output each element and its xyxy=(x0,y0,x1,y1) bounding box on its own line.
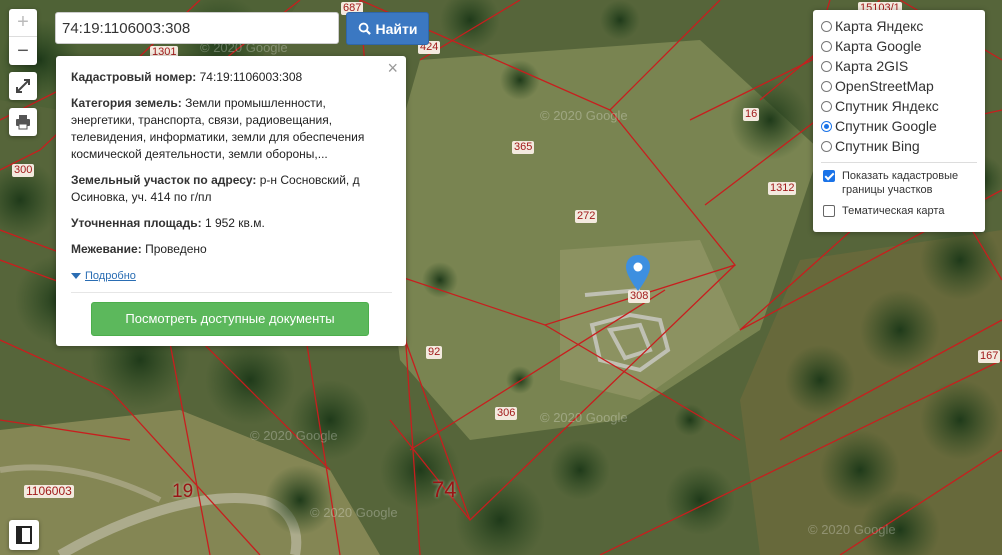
zoom-in-button[interactable]: + xyxy=(9,9,37,37)
map-pin-icon[interactable] xyxy=(626,255,650,291)
layer-option-label: Карта Google xyxy=(835,38,922,54)
radio-button[interactable] xyxy=(821,20,832,32)
map-watermark: © 2020 Google xyxy=(540,108,628,123)
details-link-label: Подробно xyxy=(85,269,136,282)
close-icon[interactable]: × xyxy=(387,59,398,77)
parcel-label[interactable]: 16 xyxy=(743,108,760,121)
layer-option[interactable]: Карта 2GIS xyxy=(821,56,977,76)
land-category-row: Категория земель: Земли промышленности, … xyxy=(71,95,392,163)
layer-option[interactable]: Карта Google xyxy=(821,36,977,56)
cadastral-number-label: Кадастровый номер: xyxy=(71,70,197,84)
cadastral-boundaries-label: Показать кадастровые границы участков xyxy=(842,170,959,196)
parcel-label[interactable]: 306 xyxy=(495,407,518,420)
radio-button[interactable] xyxy=(821,80,832,92)
zoom-control: + − xyxy=(9,9,37,65)
layer-option-label: Спутник Google xyxy=(835,118,937,134)
thematic-map-checkbox[interactable]: Тематическая карта xyxy=(821,204,977,218)
map-watermark: © 2020 Google xyxy=(250,428,338,443)
address-label: Земельный участок по адресу: xyxy=(71,173,257,187)
layer-option[interactable]: Спутник Яндекс xyxy=(821,96,977,116)
parcel-label[interactable]: 300 xyxy=(12,164,35,177)
chevron-down-icon xyxy=(71,273,81,279)
print-icon xyxy=(16,115,30,130)
details-link[interactable]: Подробно xyxy=(71,268,136,285)
land-category-label: Категория земель: xyxy=(71,96,182,110)
cadastral-boundaries-checkbox[interactable]: Показать кадастровые границы участков xyxy=(821,169,977,197)
radio-button[interactable] xyxy=(821,140,832,152)
cadastral-number-row: Кадастровый номер: 74:19:1106003:308 xyxy=(71,69,392,86)
parcel-label[interactable]: 365 xyxy=(512,141,535,154)
divider xyxy=(821,162,977,163)
quarter-label: 1106003 xyxy=(24,484,74,498)
layer-option-label: OpenStreetMap xyxy=(835,78,934,94)
cadastral-number-value: 74:19:1106003:308 xyxy=(199,70,303,84)
layer-option-label: Карта 2GIS xyxy=(835,58,909,74)
parcel-label[interactable]: 167 xyxy=(978,350,1001,363)
checkbox[interactable] xyxy=(823,170,835,182)
map-watermark: © 2020 Google xyxy=(310,505,398,520)
checkbox[interactable] xyxy=(823,205,835,217)
base-layer-options: Карта Яндекс Карта Google Карта 2GIS OpenSt… xyxy=(821,16,977,156)
parcel-info-card: × Кадастровый номер: 74:19:1106003:308 К… xyxy=(56,56,406,346)
view-documents-button[interactable]: Посмотреть доступные документы xyxy=(91,301,369,336)
block-label: 19 xyxy=(172,481,194,502)
layer-option-label: Спутник Bing xyxy=(835,138,920,154)
layer-option[interactable]: OpenStreetMap xyxy=(821,76,977,96)
radio-button[interactable] xyxy=(821,120,832,132)
search-button[interactable]: Найти xyxy=(346,12,429,45)
map-watermark: © 2020 Google xyxy=(540,410,628,425)
print-button[interactable] xyxy=(9,108,37,136)
search-input[interactable] xyxy=(55,12,339,44)
survey-label: Межевание: xyxy=(71,242,142,256)
radio-button[interactable] xyxy=(821,60,832,72)
area-value: 1 952 кв.м. xyxy=(204,216,265,230)
search-button-label: Найти xyxy=(375,20,418,37)
map-watermark: © 2020 Google xyxy=(808,522,896,537)
layer-switcher: Карта Яндекс Карта Google Карта 2GIS OpenSt… xyxy=(813,10,985,232)
divider xyxy=(71,291,392,293)
area-row: Уточненная площадь: 1 952 кв.м. xyxy=(71,215,392,232)
legend-button[interactable] xyxy=(9,520,39,550)
thematic-map-label: Тематическая карта xyxy=(842,205,945,217)
fullscreen-button[interactable] xyxy=(9,72,37,100)
search-icon xyxy=(358,22,371,35)
parcel-label-selected[interactable]: 308 xyxy=(628,290,651,303)
parcel-label[interactable]: 92 xyxy=(426,346,443,359)
parcel-label[interactable]: 272 xyxy=(575,210,598,223)
radio-button[interactable] xyxy=(821,100,832,112)
zoom-out-button[interactable]: − xyxy=(9,37,37,65)
layer-option[interactable]: Спутник Bing xyxy=(821,136,977,156)
address-row: Земельный участок по адресу: р-н Сосновс… xyxy=(71,172,392,206)
survey-value: Проведено xyxy=(145,242,207,256)
area-label: Уточненная площадь: xyxy=(71,216,202,230)
legend-icon xyxy=(16,526,32,544)
layer-option-label: Карта Яндекс xyxy=(835,18,924,34)
survey-row: Межевание: Проведено xyxy=(71,241,392,258)
district-label: 74 xyxy=(432,477,457,502)
fullscreen-icon xyxy=(16,79,30,93)
parcel-label[interactable]: 1312 xyxy=(768,182,797,195)
layer-option[interactable]: Карта Яндекс xyxy=(821,16,977,36)
layer-option[interactable]: Спутник Google xyxy=(821,116,977,136)
radio-button[interactable] xyxy=(821,40,832,52)
layer-option-label: Спутник Яндекс xyxy=(835,98,939,114)
